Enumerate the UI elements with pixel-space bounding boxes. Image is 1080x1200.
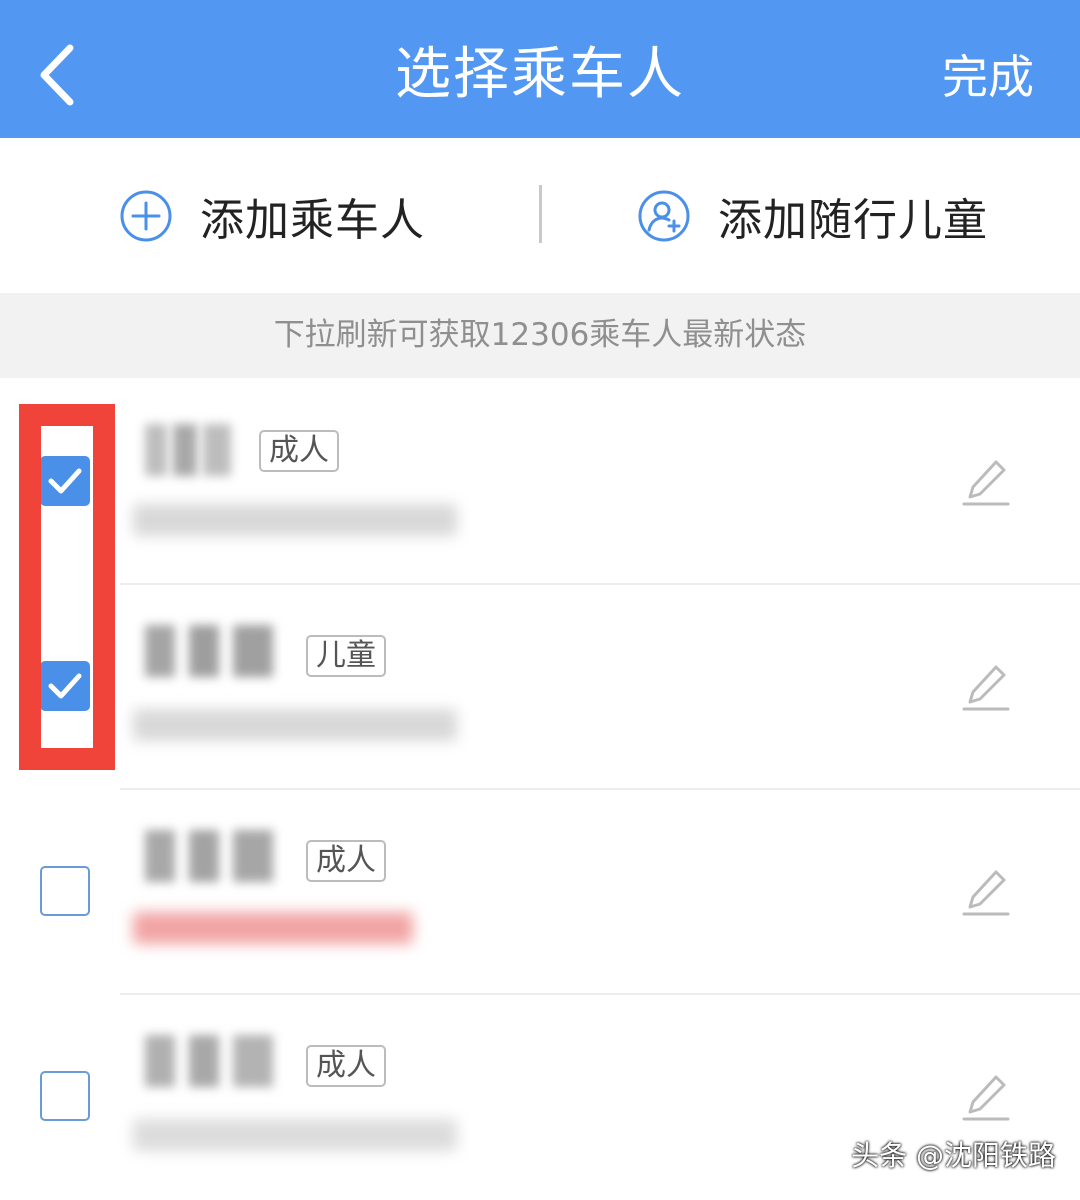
passenger-row[interactable]: 成人	[0, 380, 1080, 585]
passenger-row[interactable]: 儿童	[0, 585, 1080, 790]
passenger-name-redacted	[133, 1035, 281, 1087]
passenger-id-redacted	[133, 912, 413, 944]
passenger-id-redacted	[133, 709, 457, 741]
edit-pencil-icon[interactable]	[960, 663, 1012, 713]
header-bar: 选择乘车人 完成	[0, 0, 1080, 138]
refresh-hint: 下拉刷新可获取12306乘车人最新状态	[0, 293, 1080, 378]
add-passenger-button[interactable]: 添加乘车人	[118, 138, 425, 293]
passenger-type-badge: 成人	[259, 430, 339, 472]
add-child-label: 添加随行儿童	[718, 194, 988, 246]
passenger-checkbox[interactable]	[40, 1071, 90, 1121]
page-title: 选择乘车人	[395, 42, 685, 107]
passenger-type-badge: 成人	[306, 840, 386, 882]
edit-pencil-icon[interactable]	[960, 458, 1012, 508]
passenger-type-badge: 成人	[306, 1045, 386, 1087]
highlight-annotation	[19, 404, 115, 770]
passenger-name-redacted	[133, 830, 281, 882]
passenger-id-redacted	[133, 504, 457, 536]
passenger-type-badge: 儿童	[306, 635, 386, 677]
user-add-icon	[638, 190, 690, 241]
watermark: 头条 @沈阳铁路	[851, 1139, 1056, 1172]
passenger-row[interactable]: 成人	[0, 790, 1080, 995]
passenger-id-redacted	[133, 1119, 457, 1151]
passenger-checkbox[interactable]	[40, 866, 90, 916]
action-divider	[539, 185, 542, 243]
passenger-name-redacted	[133, 424, 237, 476]
add-child-button[interactable]: 添加随行儿童	[636, 138, 988, 293]
plus-circle-icon	[120, 190, 172, 241]
passenger-name-redacted	[133, 625, 281, 677]
done-button[interactable]: 完成	[942, 0, 1034, 138]
edit-pencil-icon[interactable]	[960, 1073, 1012, 1123]
action-bar: 添加乘车人 添加随行儿童	[0, 138, 1080, 293]
add-passenger-label: 添加乘车人	[200, 194, 425, 246]
edit-pencil-icon[interactable]	[960, 868, 1012, 918]
